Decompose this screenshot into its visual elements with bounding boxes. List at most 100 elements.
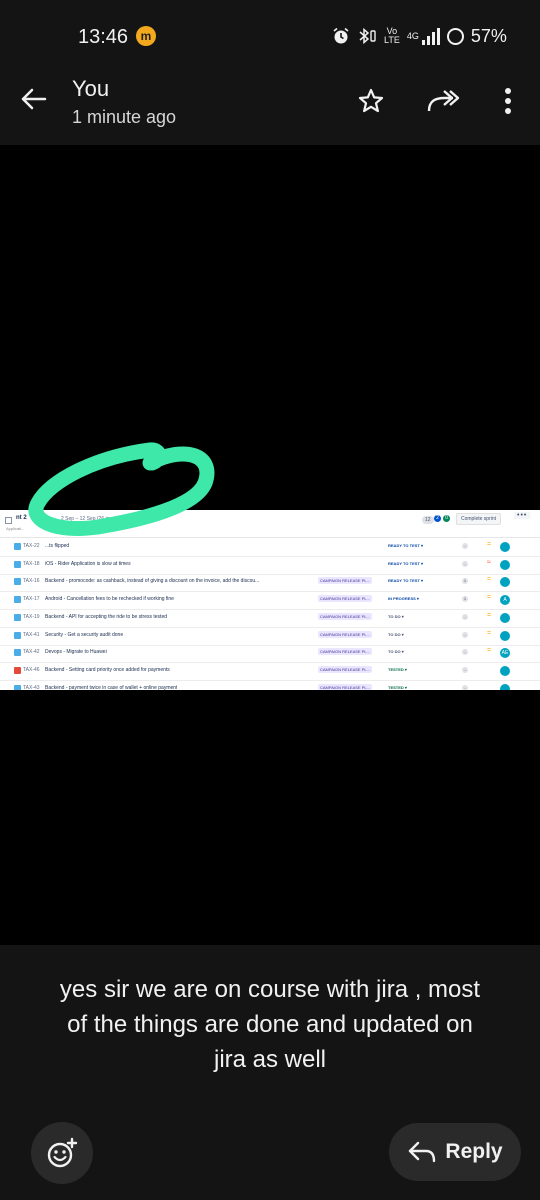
sprint-header: nt 2 2 Sep – 12 Sep (26 issues) Applicat… [0,510,540,538]
notification-app-icon: m [136,26,156,46]
issue-estimate: - [462,649,468,656]
sprint-name: nt 2 [16,515,27,521]
priority-icon: = [487,611,492,619]
sprint-dates: 2 Sep – 12 Sep (26 issues) [61,516,121,522]
reply-button[interactable]: Reply [389,1123,521,1181]
back-button[interactable] [18,84,56,116]
issue-summary: iOS - Rider Application is slow at times [45,560,131,567]
more-vert-icon [505,88,511,114]
issue-type-icon [14,543,21,550]
issue-type-icon [14,560,21,568]
issue-estimate: - [462,631,468,638]
issue-key: TAX-19 [23,613,40,620]
issue-status: IN PROGRESS ▾ [388,596,419,602]
sprint-issue-count: (26 issues) [96,516,122,522]
star-icon [358,88,384,113]
forward-button[interactable] [422,84,464,118]
assignee-avatar [500,559,510,570]
issue-summary: Backend - payment twice in case of walle… [45,684,178,690]
sprint-subtitle: Applicati... ent Santy [6,526,70,531]
issue-epic: CAMPAIGN RELEASE PL... [318,595,372,603]
alarm-icon [333,27,349,44]
message-caption: yes sir we are on course with jira , mos… [59,976,481,1073]
issue-status: TO DO ▾ [388,649,404,655]
issue-epic: CAMPAIGN RELEASE PL... [318,577,372,585]
issue-row: TAX-19 Backend - API for accepting the ri… [0,610,540,628]
back-arrow-icon [21,88,47,110]
viewer-header: You 1 minute ago [0,70,540,145]
issue-epic: CAMPAIGN RELEASE PL... [318,612,372,620]
issue-status: READY TO TEST ▾ [388,578,423,584]
issue-row: TAX-46 Backend - Setting card priority on… [0,663,540,681]
issue-key: TAX-16 [23,578,40,585]
status-bar: 13:46 m Vo LTE 4G 57% [0,0,540,70]
priority-icon: = [487,576,492,584]
issue-summary: Backend - API for accepting the ride to … [45,613,168,620]
issue-estimate: 1 [462,596,468,603]
issue-row: TAX-42 Devops - Migrate to Huawei CAMPAIGN… [0,645,540,664]
issue-type-icon [14,684,21,690]
volte-icon: Vo LTE [384,27,400,45]
issue-row: TAX-17 Android - Cancellation fees to be … [0,592,540,611]
issue-epic: CAMPAIGN RELEASE PL... [318,683,372,690]
issue-summary: Backend - Setting card priority once add… [45,666,170,673]
assignee-avatar [500,665,510,676]
sprint-date-range: 2 Sep – 12 Sep [61,516,96,522]
shared-screenshot: nt 2 2 Sep – 12 Sep (26 issues) Applicat… [0,510,540,690]
bluetooth-icon [359,27,376,45]
issue-status: READY TO TEST ▾ [388,543,423,548]
more-options-button[interactable] [496,84,520,118]
priority-icon: = [487,629,492,637]
sent-time: 1 minute ago [72,107,177,127]
star-button[interactable] [352,84,390,118]
battery-icon [446,27,464,45]
issue-status: TESTED ▾ [388,684,407,690]
issue-estimate: 1 [462,578,468,585]
assignee-avatar [500,683,510,690]
issue-epic: CAMPAIGN RELEASE PL... [318,665,372,673]
forward-icon [427,90,460,112]
issue-key: TAX-18 [23,560,40,567]
issue-row: TAX-16 Backend - promocode: as cashback, … [0,574,540,593]
assignee-avatar [500,612,510,623]
sprint-subtitle-right: ent Santy [53,526,71,531]
issue-summary: Security - Get a security audit done [45,631,124,638]
signal-icon [421,27,440,45]
issue-estimate: - [462,560,468,567]
battery-percent: 57% [470,25,507,46]
volte-bottom-label: LTE [384,35,400,45]
issue-summary: Android - Cancellation fees to be rechec… [45,596,174,603]
sprint-badge-green: 0 [443,515,450,522]
issue-estimate: - [462,684,468,690]
reply-icon [409,1141,436,1163]
sprint-subtitle-left: Applicati... [6,526,25,531]
assignee-avatar [500,542,510,552]
issue-key: TAX-42 [23,649,40,656]
issue-key: TAX-17 [23,596,40,603]
issue-estimate: - [462,613,468,620]
issue-estimate: - [462,543,468,549]
issue-status: TO DO ▾ [388,631,404,637]
sprint-badge-blue: 2 [434,515,441,522]
image-viewer[interactable]: nt 2 2 Sep – 12 Sep (26 issues) Applicat… [0,145,540,945]
priority-icon: ≈ [487,558,491,566]
issue-type-icon [14,578,21,586]
assignee-avatar [500,577,510,588]
sender-name: You [72,76,110,101]
sprint-more-icon: ••• [514,512,531,519]
issue-estimate: - [462,666,468,673]
reply-label: Reply [445,1140,503,1163]
issue-status: TESTED ▾ [388,666,407,672]
emoji-react-icon [47,1137,78,1168]
react-button[interactable] [31,1122,93,1184]
sprint-count: 12 [422,516,434,524]
sprint-checkbox [5,517,12,524]
issue-type-icon [14,631,21,639]
issue-key: TAX-46 [23,666,40,673]
issue-row: TAX-41 Security - Get a security audit do… [0,628,540,646]
issue-row: TAX-18 iOS - Rider Application is slow at… [0,557,540,575]
issue-key: TAX-41 [23,631,40,638]
priority-icon: = [487,647,492,655]
issue-summary: Backend - promocode: as cashback, instea… [45,578,260,585]
assignee-avatar: AE [500,648,510,659]
